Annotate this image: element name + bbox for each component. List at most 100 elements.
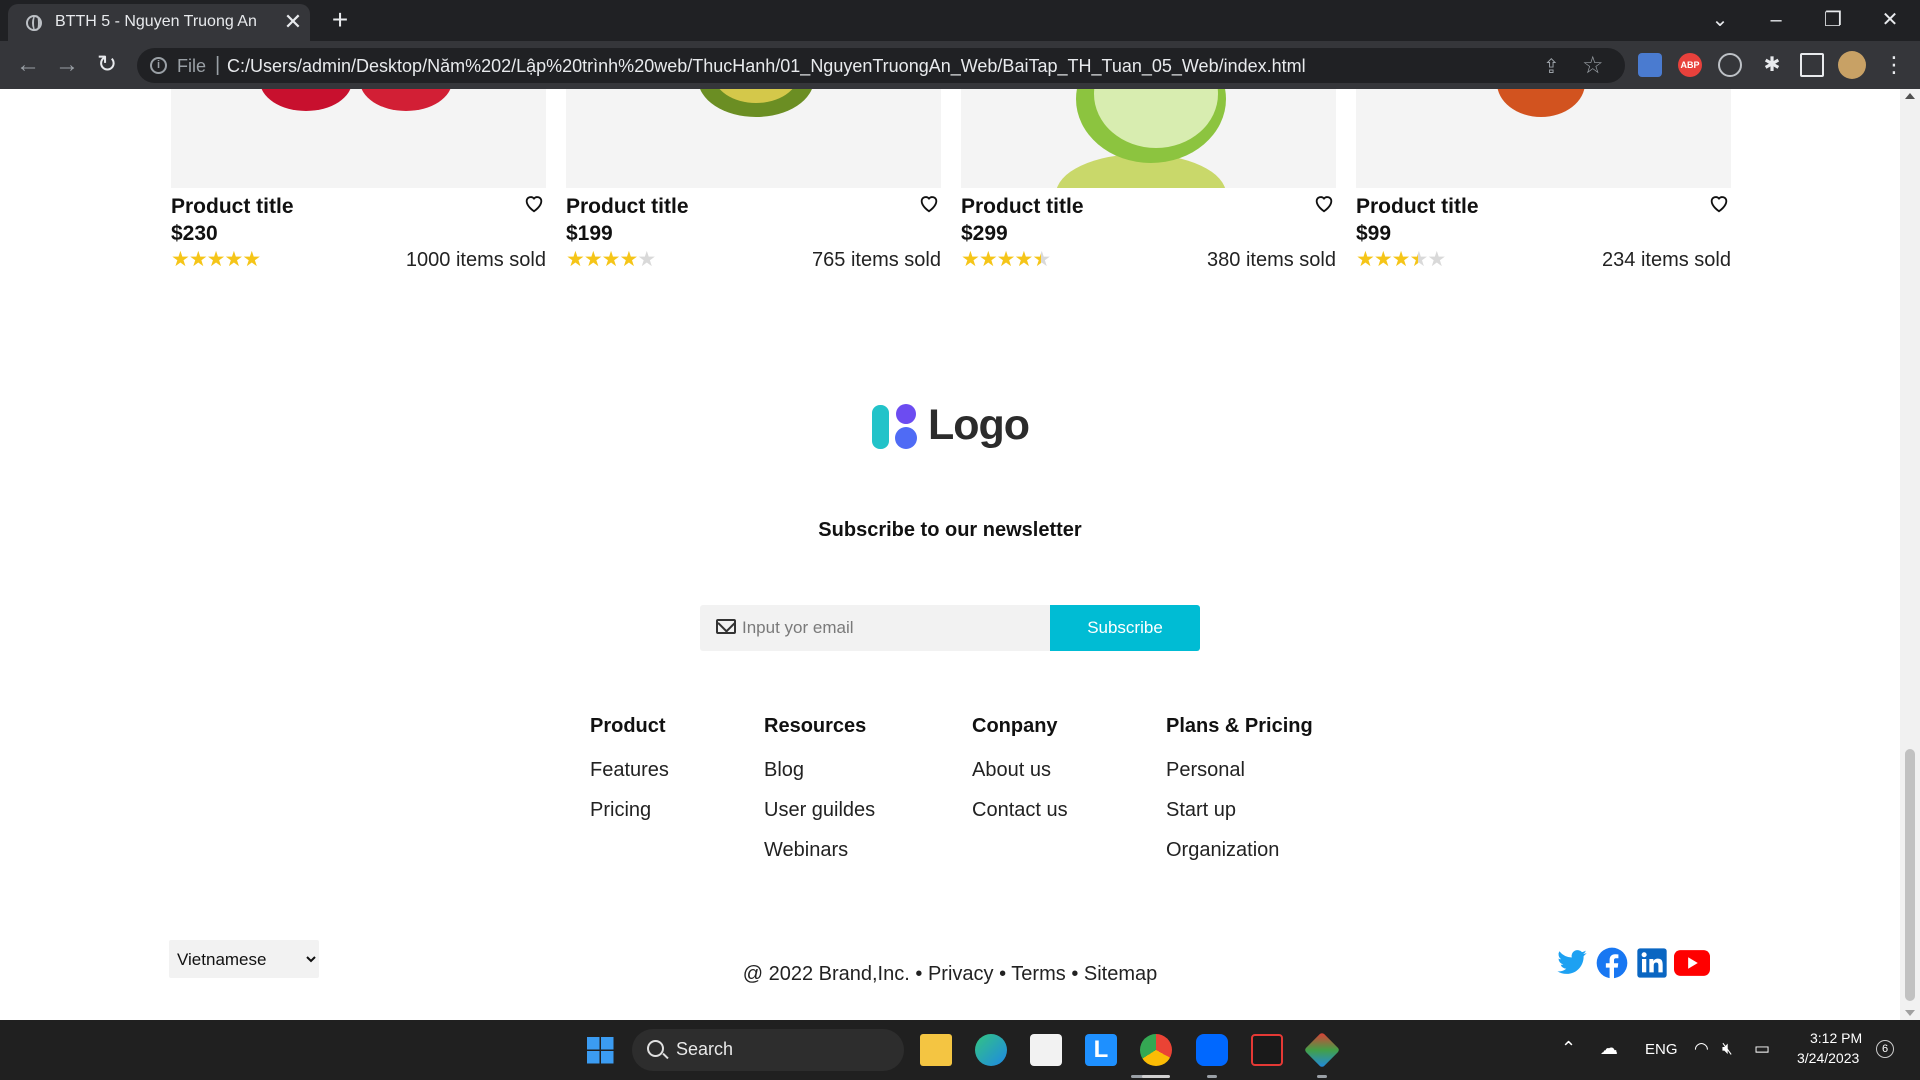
footer-link[interactable]: Webinars [764,831,875,871]
address-bar[interactable]: i File | C:/Users/admin/Desktop/Năm%202/… [137,48,1625,83]
translate-extension-icon[interactable] [1638,53,1662,77]
star-icon: ★ [583,248,603,271]
star-icon: ★ [1373,248,1393,271]
clock-time[interactable]: 3:12 PM [1810,1030,1862,1046]
globe-icon [26,15,42,31]
footer-link[interactable]: User guildes [764,791,875,831]
browser-tab[interactable]: BTTH 5 - Nguyen Truong An ✕ [8,4,310,41]
product-card[interactable]: Product title $230 ★★★★★ 1000 items sold [171,89,546,289]
git-app-icon[interactable] [1303,1031,1341,1069]
reload-icon[interactable]: ↻ [93,51,121,79]
battery-icon[interactable]: ▭ [1754,1039,1770,1059]
separator: • [1071,963,1079,985]
notification-badge[interactable]: 6 [1876,1040,1894,1058]
page-scrollbar[interactable] [1900,89,1920,1020]
forward-arrow-icon[interactable]: → [53,51,81,79]
separator: • [915,963,923,985]
rating-stars: ★★★★★ [566,247,656,271]
facebook-icon[interactable] [1596,947,1628,979]
product-image[interactable] [171,89,546,188]
zalo-icon[interactable] [1196,1034,1228,1066]
page-viewport: Product title $230 ★★★★★ 1000 items sold… [0,89,1900,1020]
garena-icon[interactable] [1251,1034,1283,1066]
taskbar-search-box[interactable]: Search [632,1029,904,1071]
bookmark-star-icon[interactable]: ☆ [1582,51,1604,80]
onedrive-cloud-icon[interactable]: ☁ [1600,1038,1618,1059]
star-icon: ★ [242,248,261,271]
footer-link[interactable]: Contact us [972,791,1068,831]
extensions-puzzle-icon[interactable]: ✱ [1760,53,1784,77]
minimize-button[interactable]: – [1756,6,1796,34]
footer-link[interactable]: Features [590,751,669,791]
youtube-icon[interactable] [1674,947,1710,979]
chrome-icon[interactable] [1140,1034,1172,1066]
product-title[interactable]: Product title [171,195,294,219]
microsoft-store-icon[interactable] [1030,1034,1062,1066]
footer-link[interactable]: Pricing [590,791,669,831]
footer-link[interactable]: Personal [1166,751,1313,791]
footer-link[interactable]: Blog [764,751,875,791]
heart-icon[interactable] [523,192,545,214]
heart-icon[interactable] [1708,192,1730,214]
scrollbar-thumb[interactable] [1905,749,1915,1001]
heart-icon[interactable] [918,192,940,214]
product-card[interactable]: Product title $99 ★★★★★ 234 items sold [1356,89,1731,289]
menu-kebab-icon[interactable]: ⋮ [1882,53,1906,77]
product-title[interactable]: Product title [566,195,689,219]
product-card[interactable]: Product title $299 ★★★★★ 380 items sold [961,89,1336,289]
scroll-down-arrow-icon[interactable] [1905,1010,1915,1016]
footer-link[interactable]: Organization [1166,831,1313,871]
items-sold: 1000 items sold [405,249,546,271]
rating-stars: ★★★★★ [961,247,1051,271]
twitter-icon[interactable] [1556,947,1588,979]
compass-extension-icon[interactable] [1718,53,1742,77]
star-icon: ★ [206,248,226,271]
sitemap-link[interactable]: Sitemap [1084,963,1157,985]
logo-mark-icon [872,404,917,449]
terms-link[interactable]: Terms [1011,963,1065,985]
edge-browser-icon[interactable] [975,1034,1007,1066]
email-input[interactable] [742,605,1042,651]
url-text[interactable]: C:/Users/admin/Desktop/Năm%202/Lập%20trì… [227,56,1306,77]
product-title[interactable]: Product title [1356,195,1479,219]
star-icon: ★ [961,248,980,271]
chevron-up-icon[interactable]: ⌃ [1561,1038,1576,1059]
product-image[interactable] [566,89,941,188]
input-language[interactable]: ENG [1645,1041,1678,1058]
product-price: $299 [961,222,1008,245]
back-arrow-icon[interactable]: ← [14,51,42,79]
speaker-muted-icon[interactable]: 🔇︎ [1722,1039,1733,1059]
linkedin-icon[interactable] [1636,947,1668,979]
heart-icon[interactable] [1313,192,1335,214]
product-image[interactable] [961,89,1336,188]
scroll-up-arrow-icon[interactable] [1905,93,1915,99]
windows-start-icon[interactable] [584,1034,616,1066]
footer-column-plans: Plans & Pricing Personal Start up Organi… [1166,715,1313,871]
info-icon[interactable]: i [150,57,167,74]
share-icon[interactable]: ⇪ [1543,54,1560,79]
clock-date[interactable]: 3/24/2023 [1797,1050,1859,1066]
tab-search-icon[interactable]: ⌄ [1700,6,1740,34]
side-panel-icon[interactable] [1800,53,1824,77]
footer-link[interactable]: Start up [1166,791,1313,831]
adblock-extension-icon[interactable]: ABP [1678,53,1702,77]
separator: • [999,963,1007,985]
privacy-link[interactable]: Privacy [928,963,994,985]
close-window-button[interactable]: ✕ [1870,6,1910,34]
wifi-icon[interactable]: ◠ [1694,1039,1709,1059]
file-explorer-icon[interactable] [920,1034,952,1066]
restore-button[interactable]: ❐ [1813,6,1853,34]
product-title[interactable]: Product title [961,195,1084,219]
profile-avatar[interactable] [1838,51,1866,79]
star-icon: ★ [1014,248,1033,271]
subscribe-button[interactable]: Subscribe [1050,605,1200,651]
product-image[interactable] [1356,89,1731,188]
close-tab-icon[interactable]: ✕ [281,10,305,34]
footer-column-heading: Plans & Pricing [1166,715,1313,737]
product-card[interactable]: Product title $199 ★★★★★ 765 items sold [566,89,941,289]
star-icon: ★ [1409,248,1428,271]
footer-link[interactable]: About us [972,751,1068,791]
l-app-icon[interactable]: L [1085,1034,1117,1066]
new-tab-button[interactable]: + [326,6,354,34]
footer-logo[interactable]: Logo [870,401,1030,453]
